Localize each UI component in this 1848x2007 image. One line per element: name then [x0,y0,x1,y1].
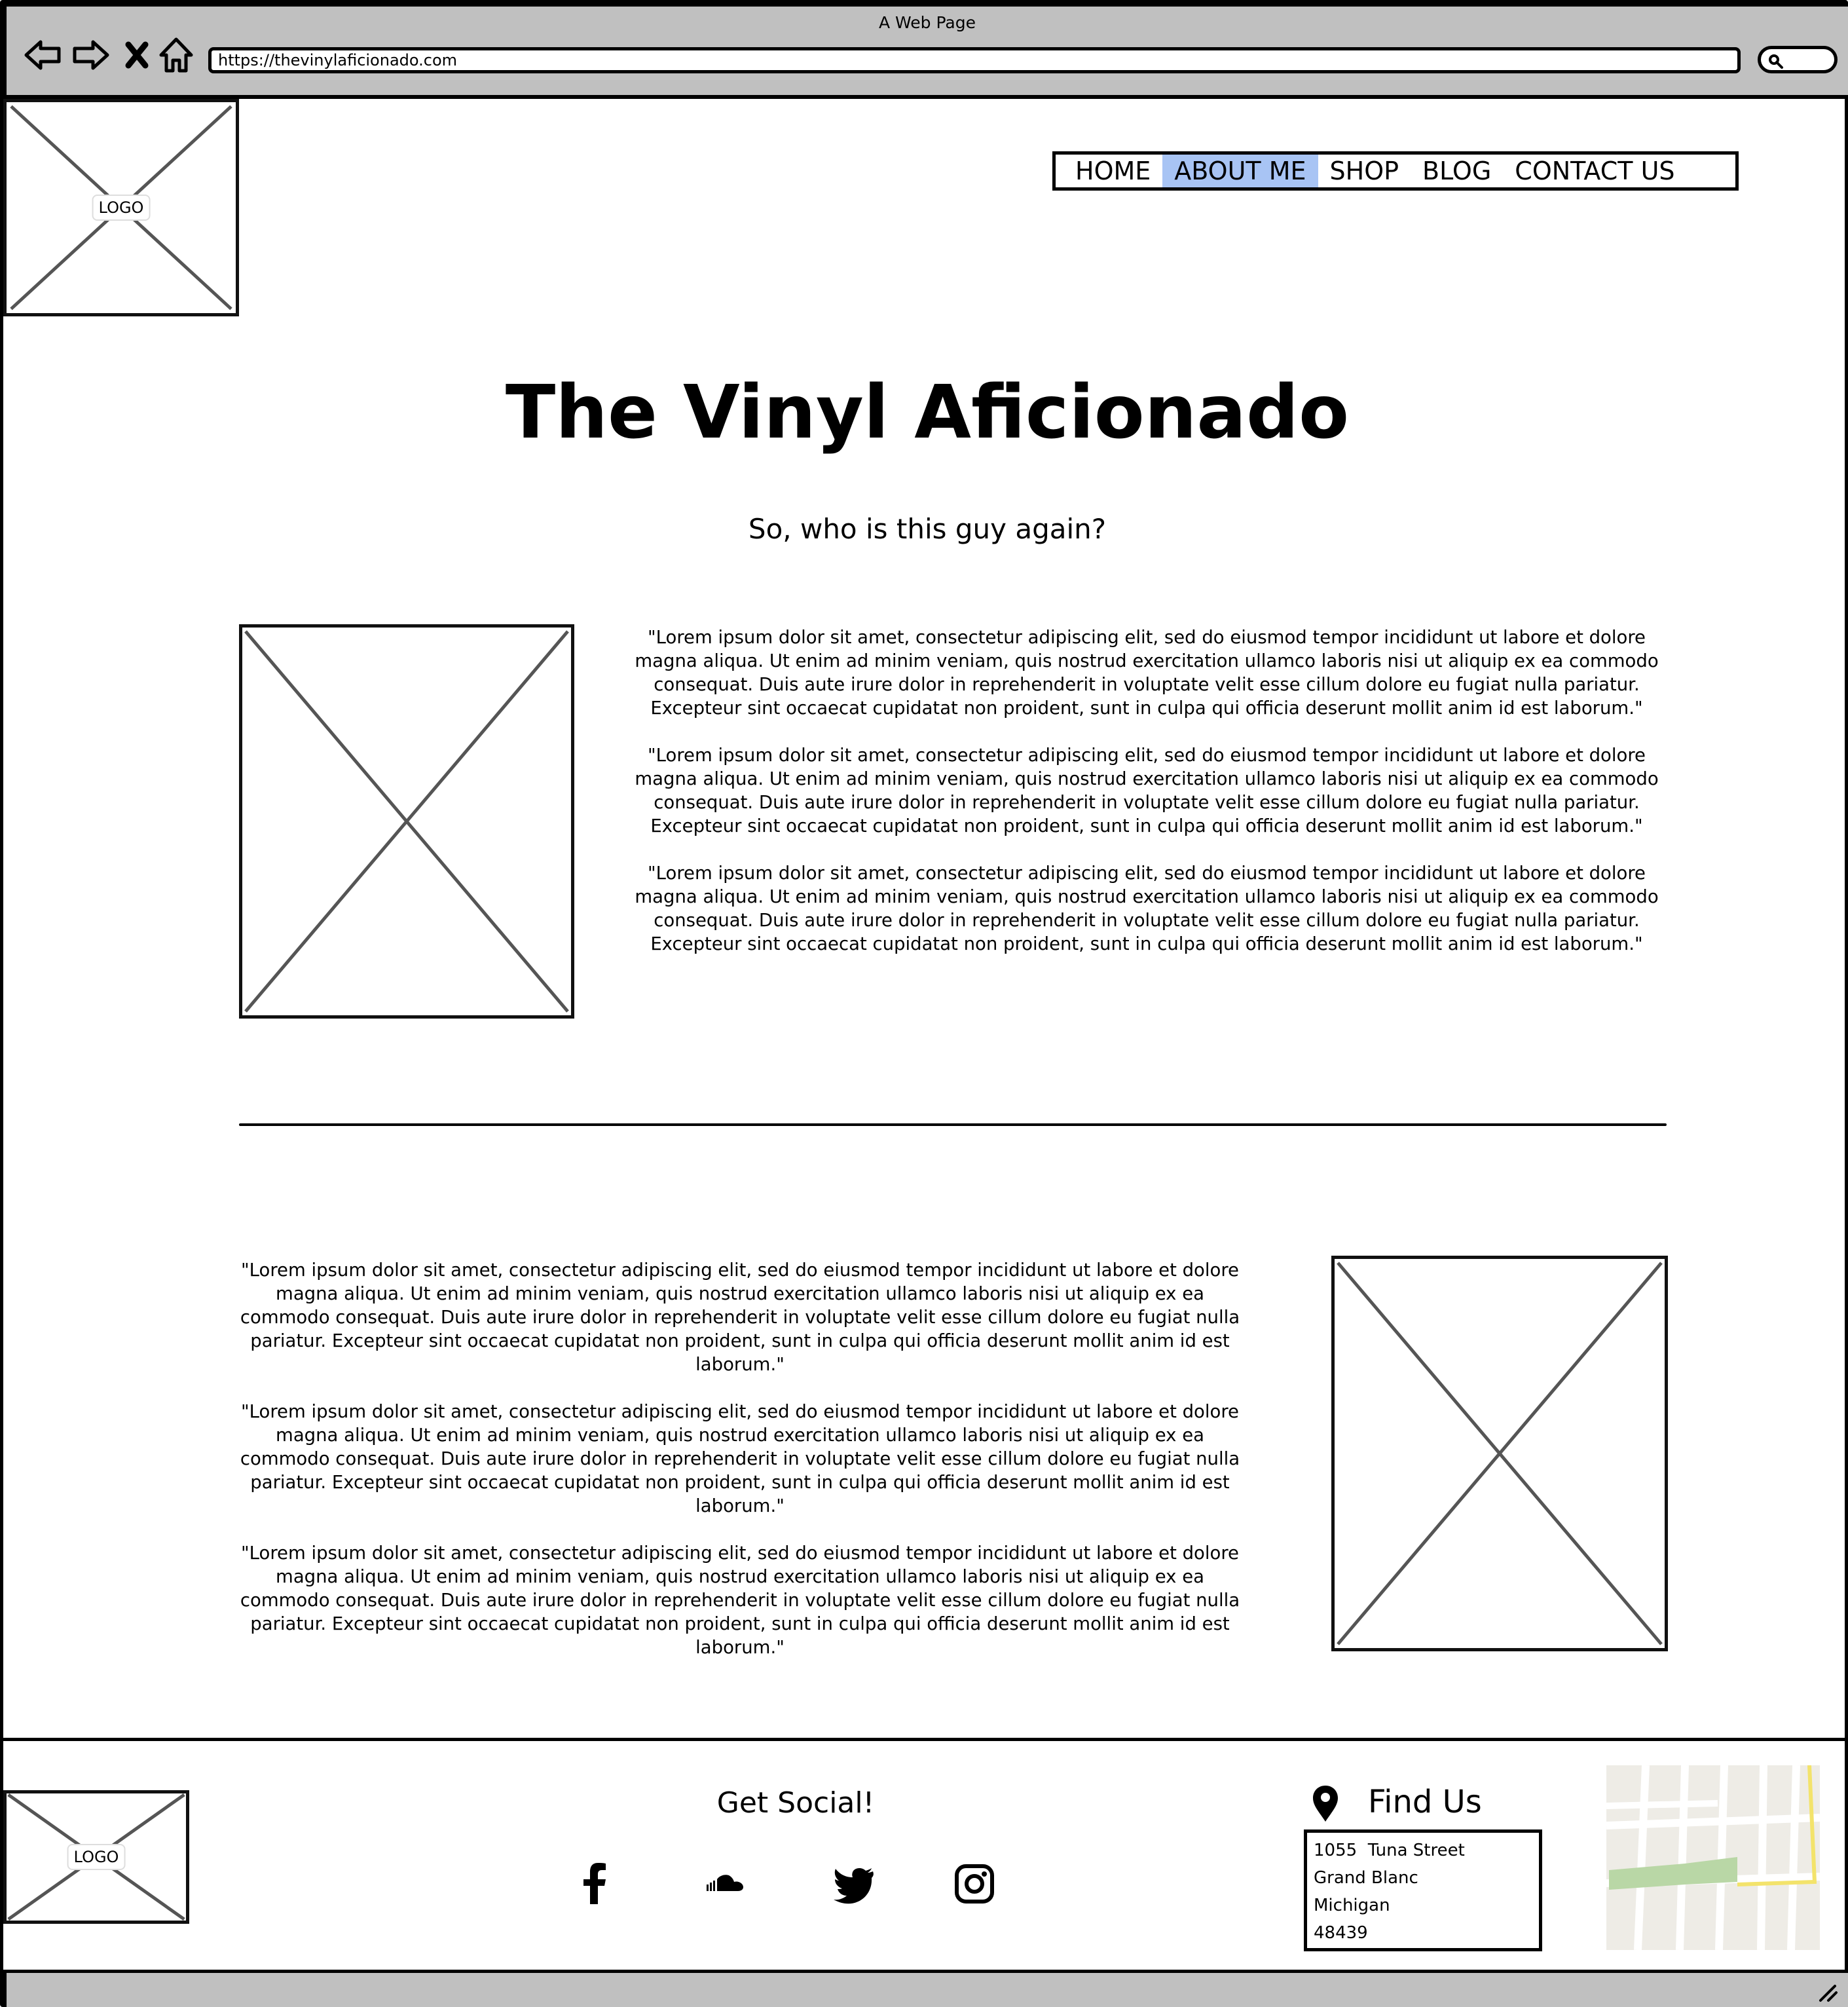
paragraph: "Lorem ipsum dolor sit amet, consectetur… [240,1543,1240,1658]
home-icon[interactable] [158,37,194,73]
main-nav: HOME ABOUT ME SHOP BLOG CONTACT US [1052,151,1739,191]
section-divider [239,1123,1667,1126]
address-state: Michigan [1314,1896,1390,1915]
paragraph: "Lorem ipsum dolor sit amet, consectetur… [240,1260,1240,1375]
browser-window: A Web Page https://thevinylaficionado.co… [0,0,1848,2007]
page-subtitle: So, who is this guy again? [748,513,1107,545]
about-text-1: "Lorem ipsum dolor sit amet, consectetur… [625,626,1668,979]
paragraph: "Lorem ipsum dolor sit amet, consectetur… [635,863,1659,954]
page-title: The Vinyl Aficionado [505,370,1350,455]
footer-logo[interactable]: LOGO [3,1790,189,1924]
location-pin-icon [1310,1784,1340,1823]
back-icon[interactable] [24,37,62,73]
logo-label: LOGO [92,195,151,221]
address-box: 1055 Tuna Street Grand Blanc Michigan 48… [1304,1829,1542,1951]
resize-grip-icon[interactable] [1815,1982,1839,2003]
url-input[interactable]: https://thevinylaficionado.com [208,47,1741,73]
about-image-1 [239,624,574,1019]
forward-icon[interactable] [72,37,110,73]
paragraph: "Lorem ipsum dolor sit amet, consectetur… [240,1401,1240,1516]
footer-border [3,1738,1848,1741]
browser-toolbar: A Web Page https://thevinylaficionado.co… [3,3,1848,99]
stop-icon[interactable] [122,37,152,73]
nav-item-shop[interactable]: SHOP [1318,155,1411,187]
paragraph: "Lorem ipsum dolor sit amet, consectetur… [635,745,1659,836]
address-city: Grand Blanc [1314,1868,1418,1888]
nav-item-home[interactable]: HOME [1056,155,1162,187]
image-placeholder-icon [242,628,571,1015]
twitter-icon[interactable] [831,1861,877,1907]
paragraph: "Lorem ipsum dolor sit amet, consectetur… [635,627,1659,719]
about-text-2: "Lorem ipsum dolor sit amet, consectetur… [239,1258,1241,1683]
search-icon [1769,54,1783,69]
window-title: A Web Page [878,13,976,32]
about-image-2 [1331,1256,1668,1651]
logo-label: LOGO [67,1844,126,1870]
browser-search-input[interactable] [1758,46,1838,73]
nav-item-about-me[interactable]: ABOUT ME [1162,155,1318,187]
address-zip: 48439 [1314,1923,1368,1943]
image-placeholder-icon [1335,1259,1665,1648]
nav-item-blog[interactable]: BLOG [1411,155,1503,187]
facebook-icon[interactable] [572,1861,618,1907]
instagram-icon[interactable] [952,1861,997,1907]
header-logo[interactable]: LOGO [3,99,239,316]
address-street: 1055 Tuna Street [1314,1841,1465,1860]
soundcloud-icon[interactable] [703,1861,748,1907]
browser-status-bar [3,1973,1848,2007]
nav-item-contact-us[interactable]: CONTACT US [1503,155,1686,187]
location-map[interactable] [1606,1765,1820,1951]
social-heading: Get Social! [716,1786,875,1820]
find-us-heading: Find Us [1368,1784,1482,1820]
